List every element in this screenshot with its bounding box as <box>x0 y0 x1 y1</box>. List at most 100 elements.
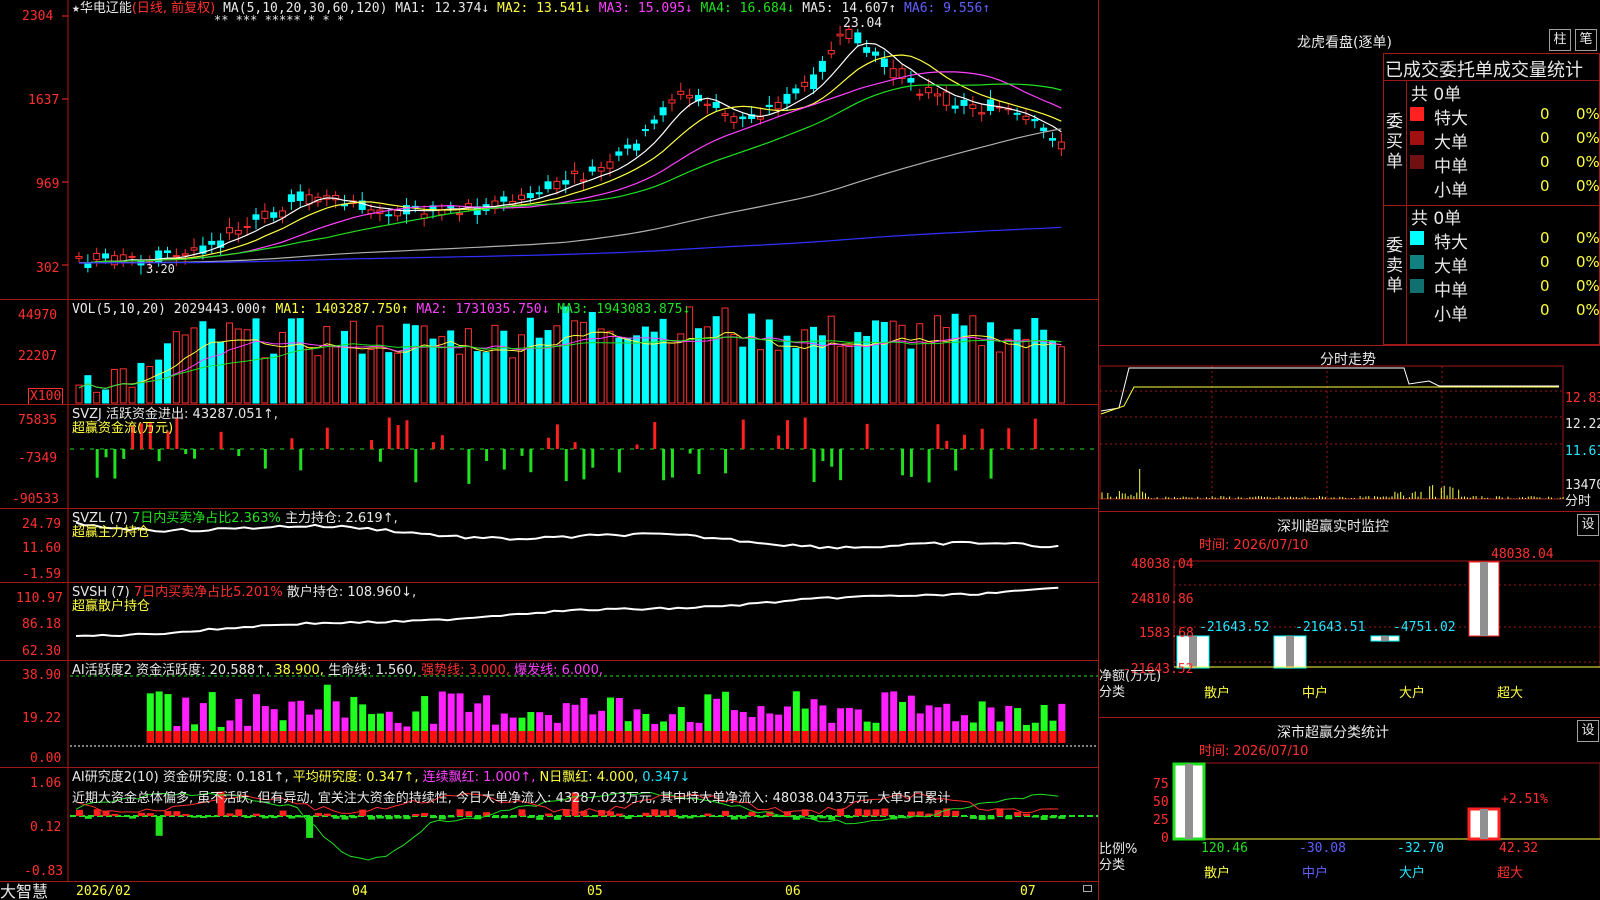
research-bar <box>739 816 747 819</box>
volume-bar <box>217 341 225 404</box>
monitor-chart <box>1173 560 1600 669</box>
research-bar <box>314 812 322 816</box>
candle <box>296 191 304 201</box>
svzl-pane[interactable]: 24.79 11.60 -1.59 SVZL (7) 7日内买卖净占比2.363… <box>0 509 1098 582</box>
order-color-swatch <box>1410 279 1424 293</box>
lock-icon[interactable] <box>1083 885 1092 892</box>
volume-bar <box>677 333 685 404</box>
candle <box>518 194 525 200</box>
bar-core <box>1480 562 1488 636</box>
candle <box>712 102 720 108</box>
research-bar <box>677 816 685 819</box>
research-bar <box>713 816 721 818</box>
intraday-axis-label: 分时 <box>1565 494 1592 509</box>
activity-base <box>642 731 650 743</box>
research-bar <box>642 812 650 816</box>
candle <box>730 116 738 123</box>
candle <box>1040 127 1048 132</box>
research-bar <box>288 816 296 819</box>
favorite-star-icon[interactable]: ★ <box>72 1 80 16</box>
date-axis: 大智慧 2026/02 04 05 06 07 <box>0 881 1098 900</box>
activity-base <box>527 731 535 743</box>
svsh-pane[interactable]: 110.97 86.18 62.30 SVSH (7) 7日内买卖净占比5.20… <box>0 583 1098 660</box>
activity-base <box>403 731 411 743</box>
ai-activity-pane[interactable]: 38.90 19.22 0.00 AI活跃度2 资金活跃度: 20.588↑, … <box>0 661 1098 767</box>
research-bar <box>509 816 517 818</box>
ai2-d3: 连续飘红: 1.000↑, <box>422 770 536 785</box>
candle <box>916 93 924 96</box>
order-type: 小单 <box>1434 181 1468 201</box>
tick-mode-button[interactable]: 笔 <box>1575 29 1597 51</box>
activity-base <box>952 731 960 743</box>
order-pct: 0% <box>1576 129 1600 147</box>
order-type: 中单 <box>1434 281 1468 301</box>
flow-bar <box>670 449 674 478</box>
stock-name[interactable]: 华电辽能 <box>80 1 132 16</box>
activity-base <box>624 731 632 743</box>
intraday-axis-label: 12.22 <box>1565 417 1600 432</box>
svsh-desc1: 7日内买卖净占比5.201% <box>133 585 283 600</box>
period-mode[interactable]: (日线, 前复权) <box>132 1 215 16</box>
research-bar <box>350 816 358 819</box>
flow-bar <box>95 449 99 478</box>
volume-axis-label: 44970 <box>18 308 58 323</box>
activity-base <box>890 731 898 743</box>
ai2-d4: N日飘红: 4.000, <box>539 770 639 785</box>
flow-bar <box>555 424 559 449</box>
app-logo[interactable]: 大智慧 <box>0 882 48 900</box>
flow-bar <box>485 449 489 461</box>
activity-base <box>845 731 853 743</box>
order-pct: 0% <box>1576 177 1600 195</box>
volume-bar <box>252 318 260 404</box>
longhu-panel: 龙虎看盘(逐单) 柱 笔 已成交委托单成交量统计 委买单 委卖单 共 0单 特大 0… <box>1099 0 1600 346</box>
longhu-tabs[interactable]: 已成交委托单成交量统计 <box>1385 56 1583 82</box>
buy-side-label: 委买单 <box>1386 112 1403 172</box>
bar-mode-button[interactable]: 柱 <box>1549 29 1571 51</box>
classify-xlabel: 分类 <box>1099 858 1126 873</box>
flow-bar <box>467 449 471 484</box>
candle <box>128 255 136 258</box>
research-bar <box>253 813 260 816</box>
order-pct: 0% <box>1576 253 1600 271</box>
flow-bar <box>193 449 197 459</box>
classify-chart <box>1172 762 1600 841</box>
intraday-axis-label: 12.83 <box>1565 391 1600 406</box>
research-bar <box>279 810 287 816</box>
volume-bar <box>402 323 410 404</box>
research-bar <box>961 816 968 818</box>
candle <box>1022 115 1030 121</box>
flow-bar <box>440 435 444 449</box>
candle <box>960 99 968 106</box>
svzj-pane[interactable]: 75835 -7349 -90533 SVZJ 活跃资金进出: 43287.05… <box>0 405 1098 508</box>
activity-base <box>376 731 384 743</box>
intraday-panel[interactable]: 分时走势 12.83 12.22 11.61 13470 分时 <box>1099 345 1600 511</box>
research-bar <box>173 811 181 816</box>
research-bar <box>1031 816 1039 818</box>
research-bar <box>385 816 393 820</box>
flow-bar <box>927 449 931 483</box>
monitor-panel: 深圳超赢实时监控 设 时间: 2026/07/10 48038.04 24810… <box>1099 511 1600 717</box>
activity-base <box>199 731 207 743</box>
research-bar <box>438 816 446 820</box>
activity-base <box>987 731 995 743</box>
order-color-swatch <box>1410 179 1424 193</box>
candle <box>863 47 871 53</box>
svsh-label: SVSH (7) <box>72 585 130 600</box>
svsh-header: SVSH (7) 7日内买卖净占比5.201% 散户持仓: 108.960↓, <box>72 585 416 600</box>
research-bar <box>1014 811 1022 816</box>
ai-research-pane[interactable]: 1.06 0.12 -0.83 AI研究度2(10) 资金研究度: 0.181↑… <box>0 768 1098 881</box>
research-bar <box>137 812 145 816</box>
kline-pane[interactable]: 2304 1637 969 302 ★华电辽能(日线, 前复权) MA(5,10… <box>0 0 1098 299</box>
ma5-value: MA5: 14.607↑ <box>802 1 897 16</box>
volume-bar <box>482 352 490 404</box>
volume-pane[interactable]: 44970 22207 X100 VOL(5,10,20) 2029443.00… <box>0 300 1098 405</box>
candle <box>792 88 800 94</box>
kline-header: ★华电辽能(日线, 前复权) MA(5,10,20,30,60,120) MA1… <box>72 1 990 16</box>
activity-base <box>961 731 968 743</box>
svzl-axis-label: 11.60 <box>22 541 62 556</box>
flow-bar <box>980 428 984 449</box>
volume-bar <box>243 329 251 404</box>
volume-bar <box>898 324 906 404</box>
volume-bar <box>633 335 641 404</box>
activity-base <box>465 731 473 743</box>
